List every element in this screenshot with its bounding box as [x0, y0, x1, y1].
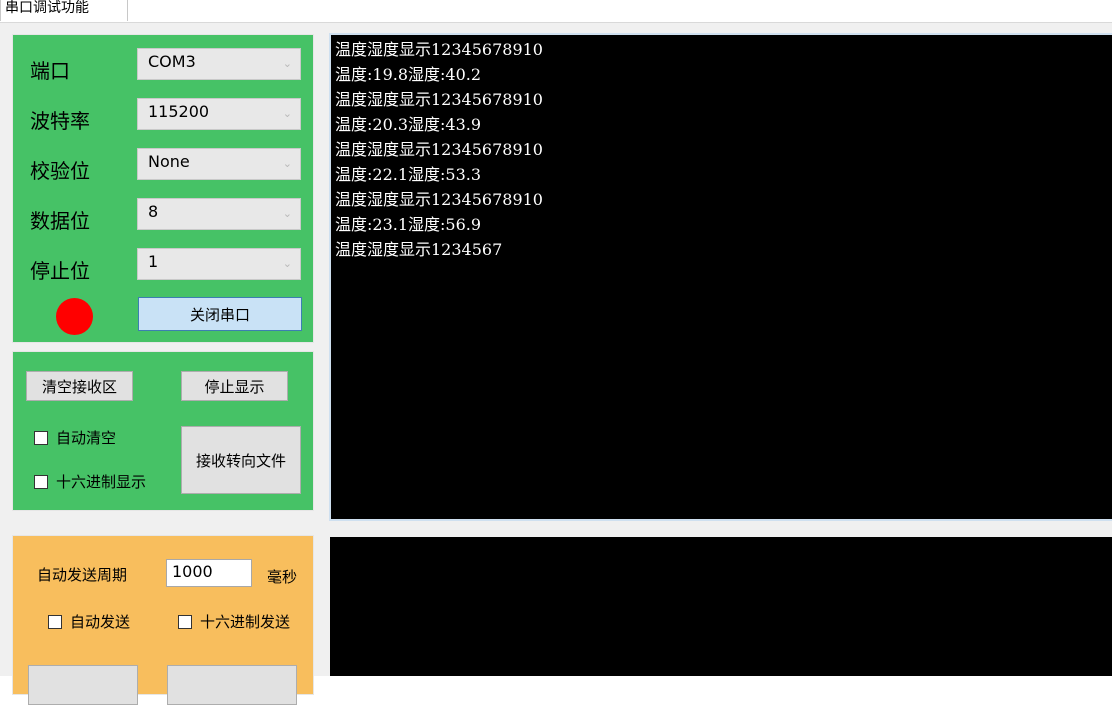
receive-line: 温度:20.3湿度:43.9 — [335, 115, 482, 134]
checkbox-box — [178, 614, 192, 629]
send-controls-panel: 自动发送周期 1000 毫秒 自动发送 十六进制发送 — [12, 535, 314, 705]
baud-rate-label: 波特率 — [30, 109, 90, 133]
auto-send-period-label: 自动发送周期 — [37, 566, 128, 584]
port-select-value: COM3 — [148, 52, 196, 71]
close-port-button[interactable]: 关闭串口 — [138, 297, 302, 331]
stop-bits-select-value: 1 — [148, 252, 159, 271]
checkbox-box — [48, 614, 62, 629]
data-bits-select-value: 8 — [148, 202, 159, 221]
parity-select-value: None — [148, 152, 190, 171]
receive-line: 温度湿度显示12345678910 — [335, 140, 543, 159]
stop-bits-select[interactable]: 1 ⌄ — [137, 248, 301, 280]
hex-send-label: 十六进制发送 — [200, 613, 291, 631]
send-period-input[interactable]: 1000 — [166, 559, 252, 587]
receive-line: 温度:23.1湿度:56.9 — [335, 215, 482, 234]
port-settings-panel: 端口 COM3 ⌄ 波特率 115200 ⌄ 校验位 None ⌄ 数据位 8 … — [12, 34, 314, 343]
checkbox-box — [34, 474, 48, 489]
baud-rate-select-value: 115200 — [148, 102, 210, 121]
auto-send-label: 自动发送 — [70, 613, 131, 631]
checkbox-box — [34, 430, 48, 445]
receive-to-file-button[interactable]: 接收转向文件 — [181, 426, 301, 494]
receive-line: 温度湿度显示12345678910 — [335, 190, 543, 209]
main-content: 端口 COM3 ⌄ 波特率 115200 ⌄ 校验位 None ⌄ 数据位 8 … — [0, 23, 1112, 705]
chevron-down-icon: ⌄ — [282, 107, 292, 120]
chevron-down-icon: ⌄ — [282, 57, 292, 70]
data-bits-label: 数据位 — [30, 209, 90, 233]
port-select[interactable]: COM3 ⌄ — [137, 48, 301, 80]
port-status-indicator — [56, 298, 93, 335]
port-label: 端口 — [30, 59, 70, 83]
stop-bits-label: 停止位 — [30, 259, 90, 283]
hex-display-checkbox[interactable]: 十六进制显示 — [34, 471, 146, 492]
receive-line: 温度湿度显示12345678910 — [335, 40, 543, 59]
milliseconds-label: 毫秒 — [267, 568, 298, 586]
chevron-down-icon: ⌄ — [282, 257, 292, 270]
hex-display-label: 十六进制显示 — [56, 473, 147, 491]
receive-line: 温度湿度显示12345678910 — [335, 90, 543, 109]
receive-controls-panel: 清空接收区 停止显示 自动清空 十六进制显示 接收转向文件 — [12, 351, 314, 511]
hex-send-checkbox[interactable]: 十六进制发送 — [178, 611, 290, 632]
data-bits-select[interactable]: 8 ⌄ — [137, 198, 301, 230]
parity-label: 校验位 — [30, 159, 90, 183]
receive-line: 温度:19.8湿度:40.2 — [335, 65, 482, 84]
auto-clear-label: 自动清空 — [56, 429, 117, 447]
tab-bar: 串口调试功能 — [0, 0, 1112, 23]
clear-receive-button[interactable]: 清空接收区 — [26, 371, 133, 401]
chevron-down-icon: ⌄ — [282, 207, 292, 220]
pause-display-button[interactable]: 停止显示 — [181, 371, 288, 401]
auto-send-checkbox[interactable]: 自动发送 — [48, 611, 130, 632]
baud-rate-select[interactable]: 115200 ⌄ — [137, 98, 301, 130]
auto-clear-checkbox[interactable]: 自动清空 — [34, 427, 116, 448]
parity-select[interactable]: None ⌄ — [137, 148, 301, 180]
send-text-area[interactable] — [330, 537, 1112, 676]
tab-serial-debug[interactable]: 串口调试功能 — [0, 0, 128, 21]
send-area-button-right[interactable] — [167, 665, 297, 705]
chevron-down-icon: ⌄ — [282, 157, 292, 170]
receive-text-area[interactable]: 温度湿度显示12345678910 温度:19.8湿度:40.2 温度湿度显示123… — [329, 33, 1112, 521]
receive-line: 温度:22.1湿度:53.3 — [335, 165, 482, 184]
receive-line: 温度湿度显示1234567 — [335, 240, 503, 259]
send-area-button-left[interactable] — [28, 665, 138, 705]
receive-lines: 温度湿度显示12345678910 温度:19.8湿度:40.2 温度湿度显示123… — [335, 37, 1112, 262]
